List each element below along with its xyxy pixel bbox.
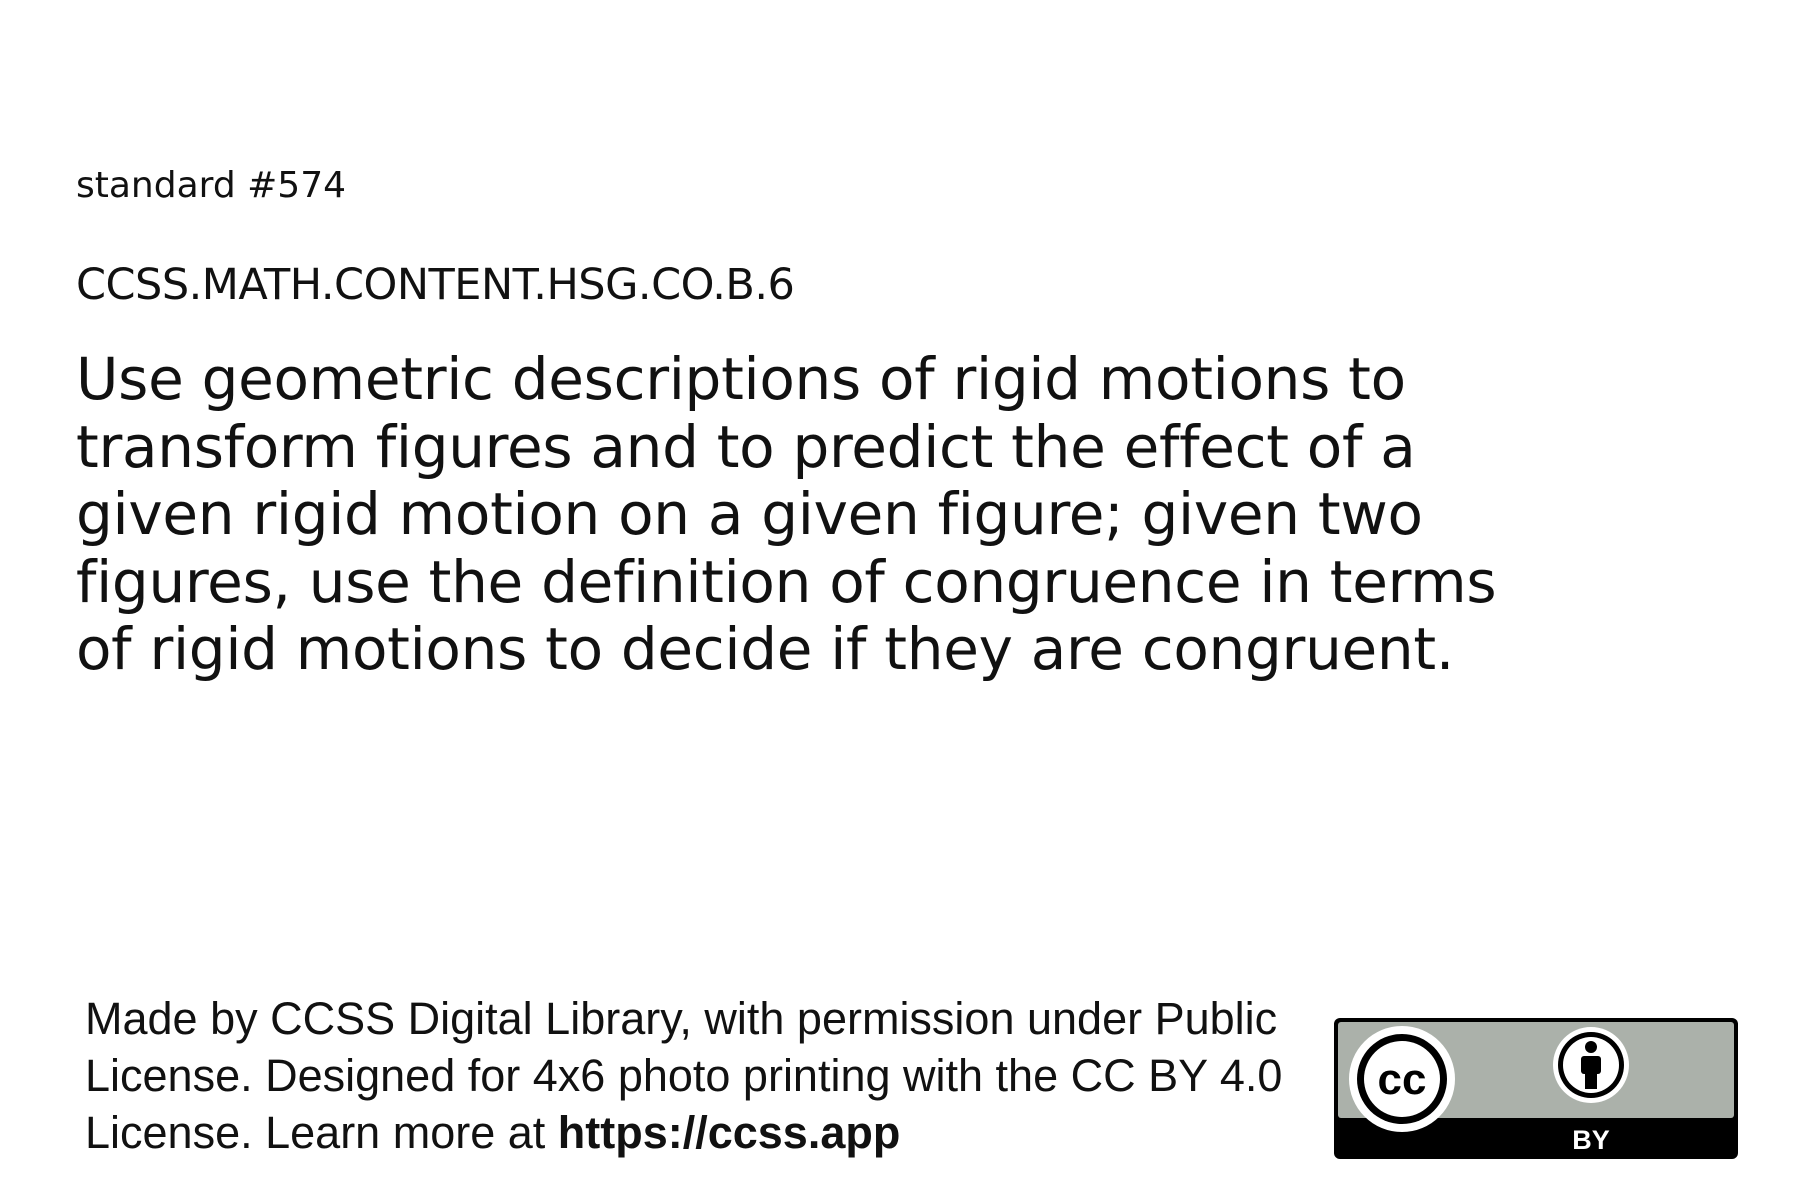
standard-number: standard #574 <box>76 165 346 206</box>
cc-icon: cc <box>1349 1026 1455 1132</box>
by-label: BY <box>1572 1125 1610 1155</box>
cc-label: cc <box>1378 1055 1427 1104</box>
standard-description: Use geometric descriptions of rigid moti… <box>76 345 1497 683</box>
attribution-person-icon <box>1553 1027 1629 1103</box>
attribution-footer: Made by CCSS Digital Library, with permi… <box>85 990 1325 1161</box>
website-link[interactable]: https://ccss.app <box>558 1107 901 1158</box>
standard-code: CCSS.MATH.CONTENT.HSG.CO.B.6 <box>76 260 795 310</box>
cc-by-license-badge: cc BY <box>1334 1018 1738 1159</box>
